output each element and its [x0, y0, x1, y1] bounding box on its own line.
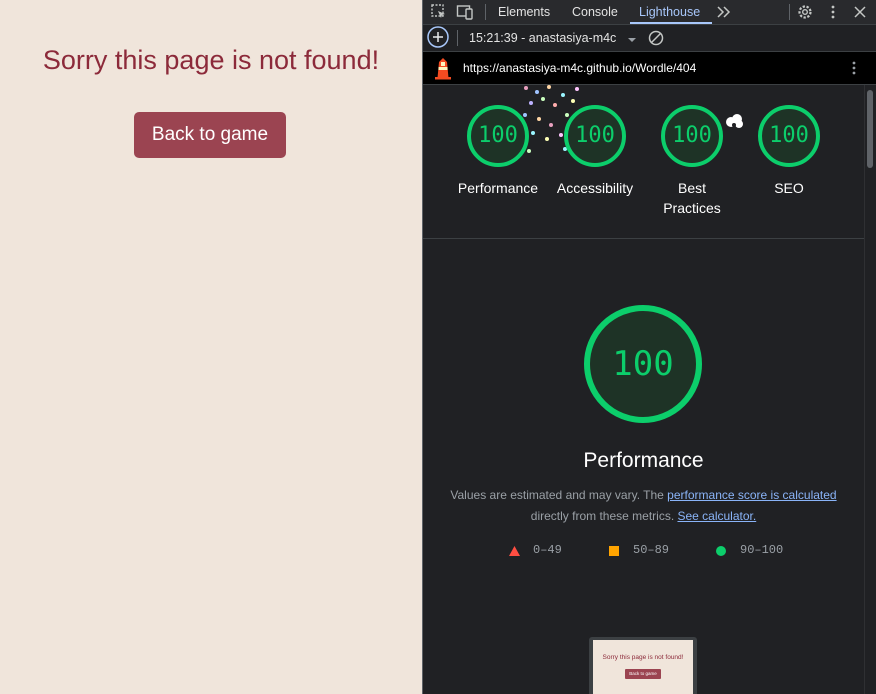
dropdown-caret-icon[interactable]	[627, 32, 637, 42]
tab-console[interactable]: Console	[572, 0, 618, 24]
report-divider	[423, 238, 864, 239]
seo-label: SEO	[774, 180, 804, 196]
average-square-icon	[609, 546, 619, 556]
active-tab-indicator	[630, 22, 712, 24]
page-viewport: Sorry this page is not found! Back to ga…	[0, 0, 422, 694]
more-options-icon[interactable]	[824, 3, 842, 21]
fail-triangle-icon	[509, 546, 520, 556]
fireworks-icon	[726, 114, 743, 128]
accessibility-score: 100	[575, 123, 615, 148]
score-calculation-link[interactable]: performance score is calculated	[667, 488, 836, 502]
performance-title: Performance	[583, 449, 704, 472]
toolbar-separator	[789, 4, 790, 20]
pass-circle-icon	[716, 546, 726, 556]
screenshot-thumbnail	[593, 640, 693, 694]
toolbar-separator	[457, 30, 458, 46]
clear-block-icon[interactable]	[647, 29, 665, 47]
page-title: Sorry this page is not found!	[42, 45, 380, 75]
lighthouse-toolbar: 15:21:39 - anastasiya-m4c	[423, 25, 876, 52]
more-tabs-icon[interactable]	[715, 3, 733, 21]
thumbnail-title: Sorry this page is not found!	[602, 654, 684, 661]
thumbnail-button: Back to game	[625, 669, 661, 679]
lighthouse-logo-icon	[433, 56, 453, 80]
close-devtools-icon[interactable]	[851, 3, 869, 21]
report-selector[interactable]: 15:21:39 - anastasiya-m4c	[469, 25, 616, 51]
device-toolbar-icon[interactable]	[456, 3, 474, 21]
back-to-game-button[interactable]: Back to game	[134, 112, 286, 158]
tab-elements[interactable]: Elements	[498, 0, 550, 24]
performance-label: Performance	[457, 180, 539, 196]
report-menu-icon[interactable]	[845, 59, 863, 77]
performance-big-score: 100	[612, 344, 674, 384]
scrollbar-thumb[interactable]	[867, 90, 873, 168]
devtools-panel: Elements Console Lighthouse 15:21:39 - a…	[423, 0, 876, 694]
performance-score: 100	[478, 123, 518, 148]
devtools-tabbar: Elements Console Lighthouse	[423, 0, 876, 25]
legend-pass-range: 90–100	[740, 543, 784, 557]
inspect-element-icon[interactable]	[430, 3, 448, 21]
best-practices-label: Best Practices	[663, 180, 721, 216]
legend-average-range: 50–89	[633, 543, 670, 557]
new-report-plus-icon[interactable]	[427, 26, 449, 48]
report-scrollbar[interactable]	[864, 85, 876, 694]
accessibility-label: Accessibility	[556, 180, 634, 196]
see-calculator-link[interactable]: See calculator.	[677, 509, 756, 523]
seo-score: 100	[769, 123, 809, 148]
desc-text: directly from these metrics.	[530, 509, 678, 523]
report-url: https://anastasiya-m4c.github.io/Wordle/…	[463, 61, 697, 75]
tab-lighthouse[interactable]: Lighthouse	[639, 0, 700, 24]
lighthouse-report: 100 Performance 100 Accessibility 100 Be…	[423, 85, 864, 694]
report-url-bar: https://anastasiya-m4c.github.io/Wordle/…	[423, 52, 876, 85]
toolbar-separator	[485, 4, 486, 20]
legend-fail-range: 0–49	[533, 543, 562, 557]
settings-gear-icon[interactable]	[796, 3, 814, 21]
best-practices-score: 100	[672, 123, 712, 148]
performance-description: Values are estimated and may vary. The p…	[443, 485, 844, 527]
desc-text: Values are estimated and may vary. The	[450, 488, 668, 502]
